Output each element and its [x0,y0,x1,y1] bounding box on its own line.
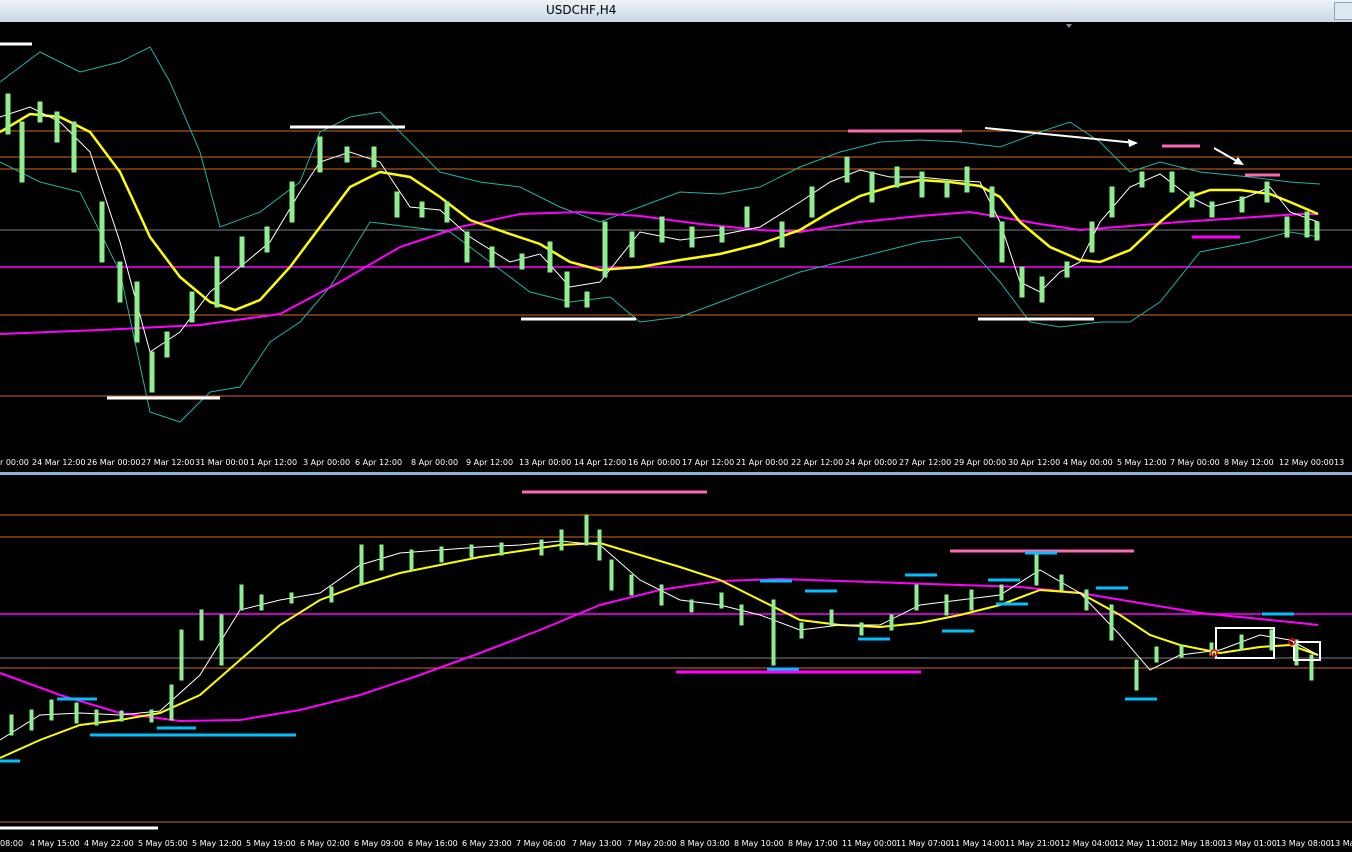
axis-tick: 13 [1334,458,1345,467]
chart-pane-h1[interactable] [0,475,1352,836]
axis-tick: 27 Mar 12:00 [141,458,195,467]
axis-tick: 6 May 09:00 [354,839,404,848]
axis-tick: 13 Apr 00:00 [519,458,572,467]
axis-tick: 26 Mar 00:00 [87,458,141,467]
axis-tick: 13 May 08:00 [1276,839,1331,848]
axis-tick: 5 May 12:00 [1117,458,1167,467]
axis-tick: 24 Mar 12:00 [32,458,86,467]
window-title: USDCHF,H4 [546,3,617,17]
axis-tick: 11 May 07:00 [896,839,951,848]
axis-tick: 24 Apr 00:00 [845,458,898,467]
axis-tick: 1 Apr 12:00 [250,458,298,467]
time-axis-h1: 08:00 4 May 15:00 4 May 22:00 5 May 05:0… [0,836,1352,852]
axis-tick: r 00:00 [0,458,29,467]
axis-tick: 8 May 12:00 [1224,458,1274,467]
axis-tick: 9 Apr 12:00 [466,458,514,467]
axis-tick: 29 Apr 00:00 [954,458,1007,467]
axis-tick: 31 Mar 00:00 [195,458,249,467]
axis-tick: 8 May 03:00 [680,839,730,848]
axis-tick: 30 Apr 12:00 [1008,458,1061,467]
axis-tick: 5 May 12:00 [192,839,242,848]
axis-tick: 6 May 16:00 [408,839,458,848]
axis-tick: 11 May 21:00 [1005,839,1060,848]
axis-tick: 6 May 23:00 [462,839,512,848]
axis-tick: 3 Apr 00:00 [303,458,351,467]
axis-tick: 7 May 06:00 [516,839,566,848]
axis-tick: 13 Ma [1330,839,1352,848]
chart-h1-canvas [0,490,1352,830]
axis-tick: 16 Apr 00:00 [628,458,681,467]
axis-tick: 12 May 18:00 [1168,839,1223,848]
axis-tick: 08:00 [0,839,24,848]
axis-tick: 8 May 17:00 [788,839,838,848]
axis-tick: 22 Apr 12:00 [791,458,844,467]
axis-tick: 12 May 00:00 [1279,458,1334,467]
axis-tick: 6 Apr 12:00 [355,458,403,467]
axis-tick: 8 Apr 00:00 [411,458,459,467]
axis-tick: 27 Apr 12:00 [899,458,952,467]
axis-tick: 7 May 13:00 [572,839,622,848]
time-axis-h4: r 00:00 24 Mar 12:00 26 Mar 00:00 27 Mar… [0,454,1352,472]
axis-tick: 4 May 00:00 [1063,458,1113,467]
axis-tick: 6 May 02:00 [300,839,350,848]
axis-tick: 4 May 15:00 [30,839,80,848]
window-titlebar: USDCHF,H4 [0,0,1352,23]
axis-tick: 14 Apr 12:00 [574,458,627,467]
axis-tick: 7 May 20:00 [627,839,677,848]
axis-tick: 11 May 14:00 [950,839,1005,848]
chart-pane-h4[interactable] [0,22,1352,454]
axis-tick: 12 May 04:00 [1060,839,1115,848]
chart-h4-canvas [0,24,1352,423]
axis-tick: 21 Apr 00:00 [736,458,789,467]
axis-tick: 7 May 00:00 [1170,458,1220,467]
axis-tick: 12 May 11:00 [1114,839,1169,848]
axis-tick: 13 May 01:00 [1222,839,1277,848]
axis-tick: 8 May 10:00 [734,839,784,848]
axis-tick: 4 May 22:00 [84,839,134,848]
axis-tick: 11 May 00:00 [842,839,897,848]
axis-tick: 5 May 05:00 [138,839,188,848]
maximize-button[interactable] [1334,2,1352,20]
axis-tick: 17 Apr 12:00 [682,458,735,467]
axis-tick: 5 May 19:00 [246,839,296,848]
